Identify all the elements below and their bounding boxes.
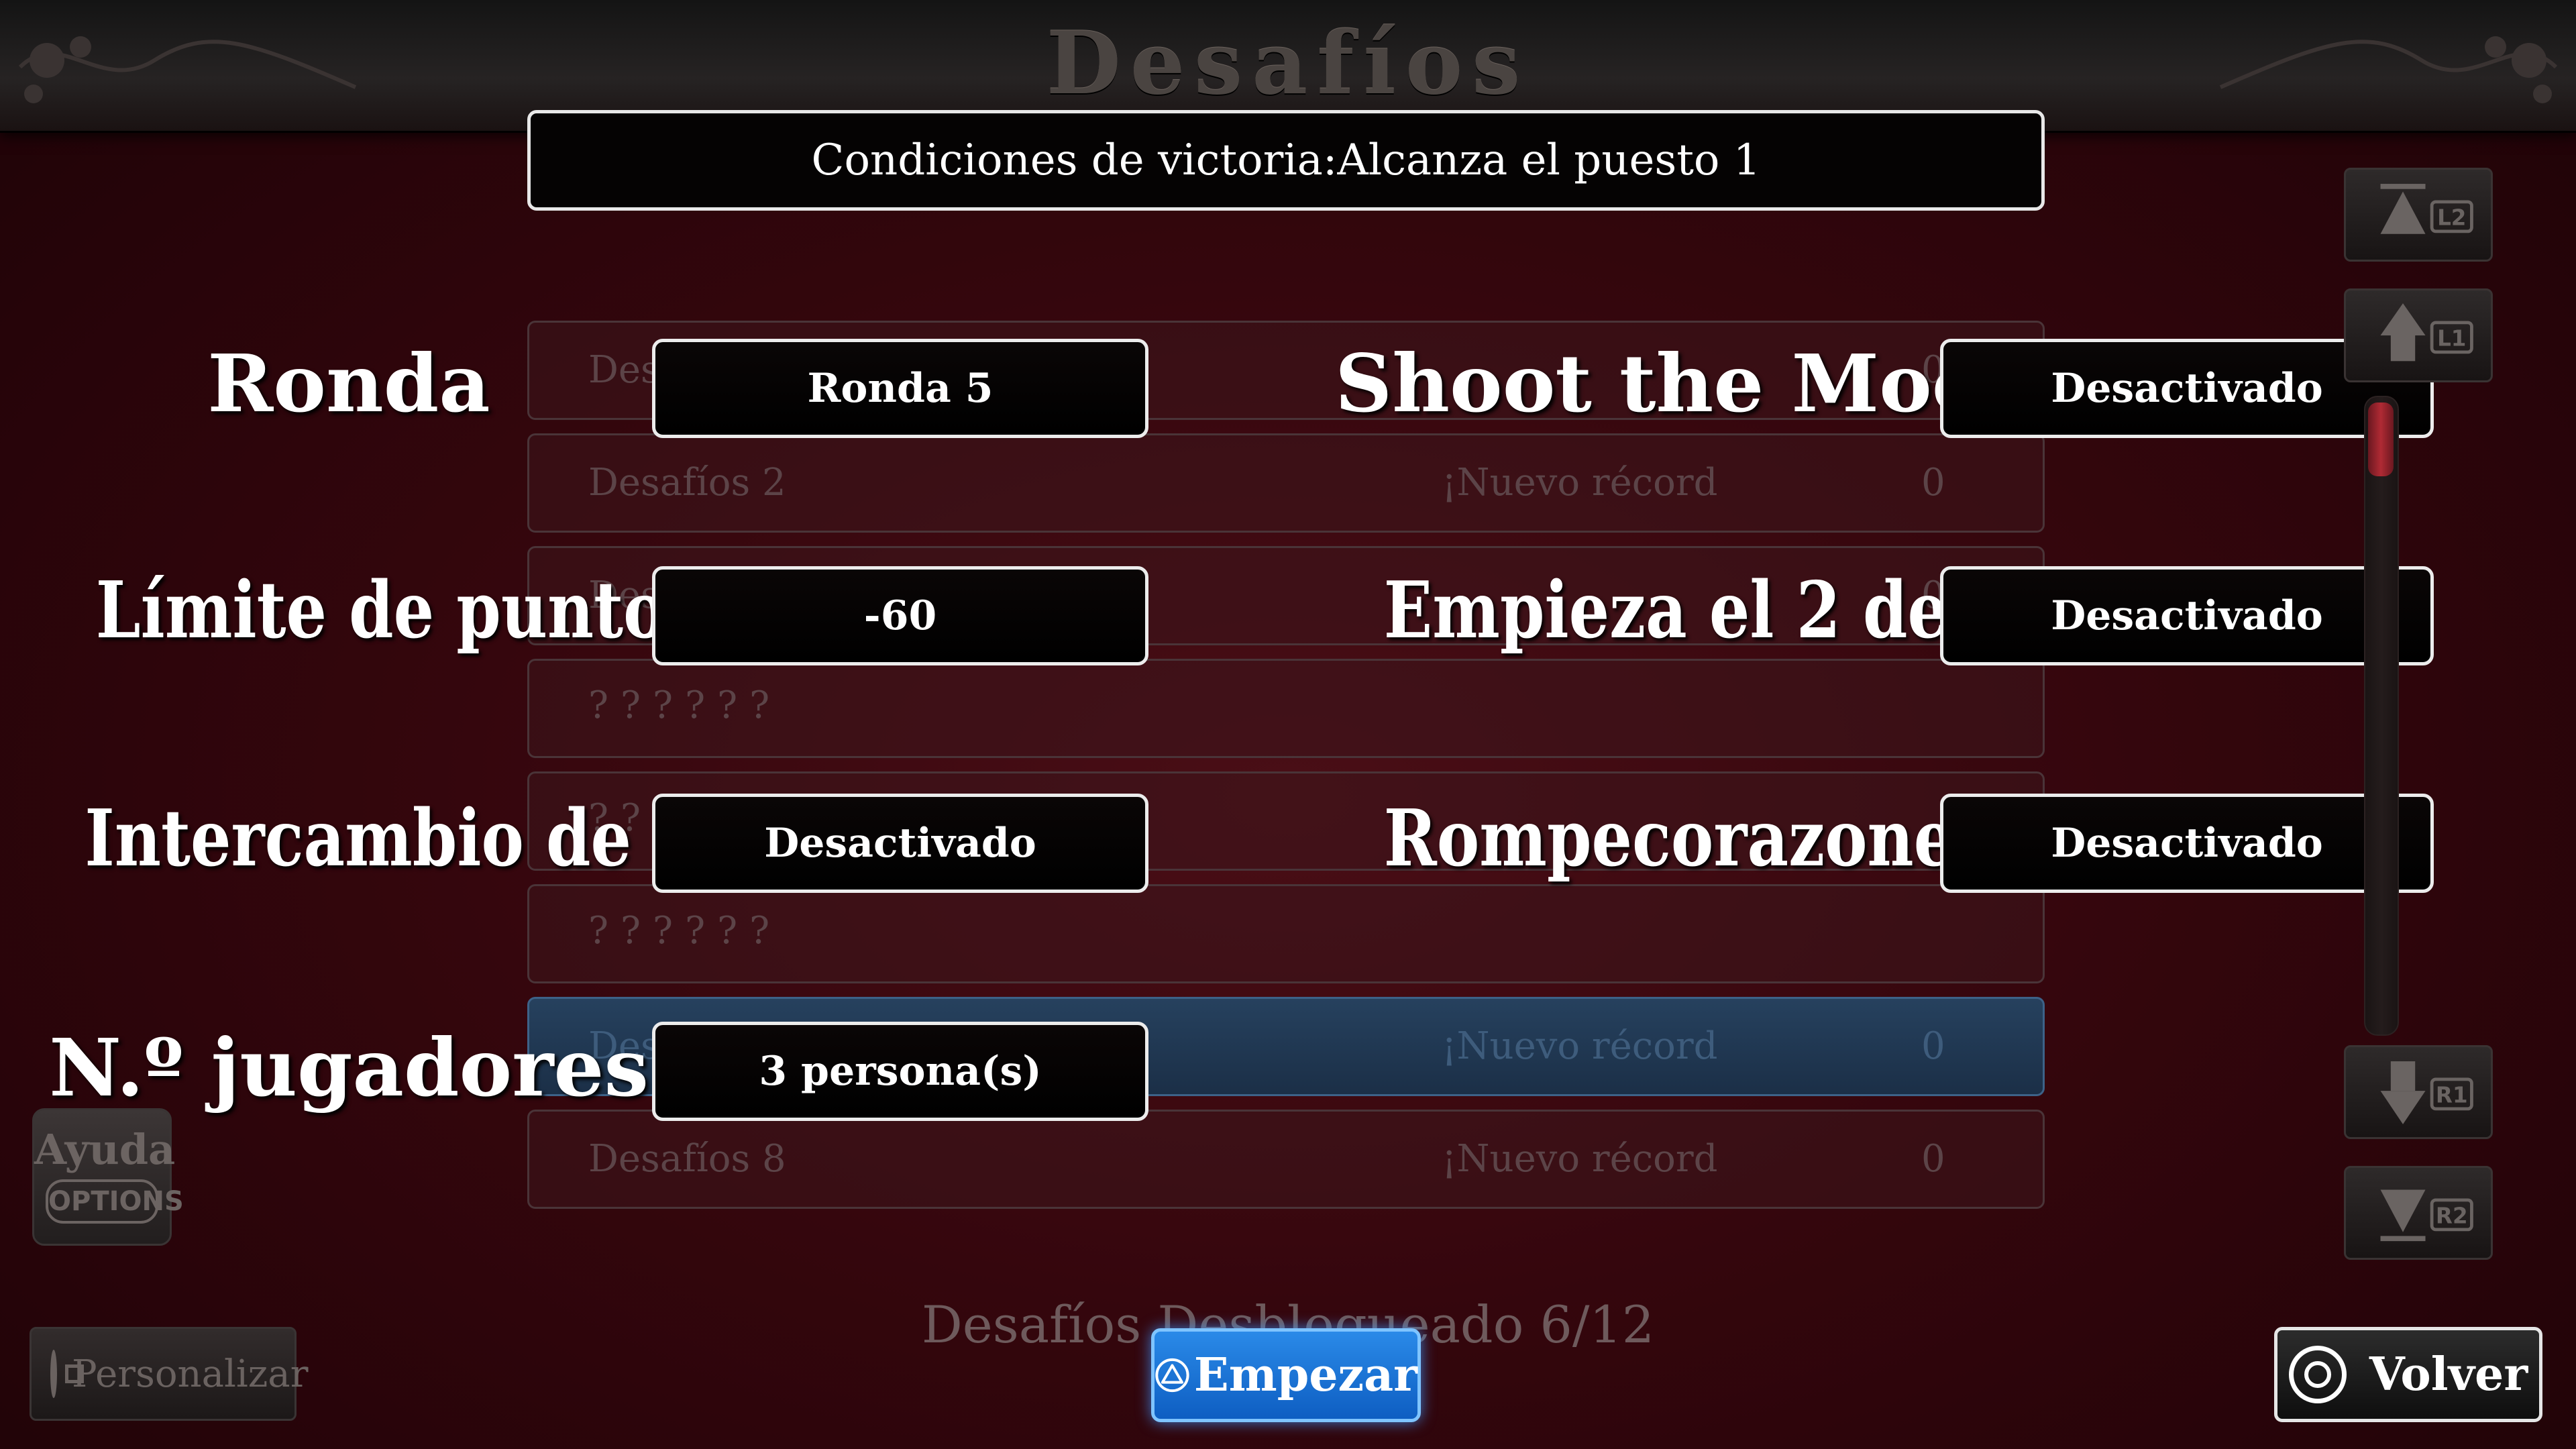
l2-label: L2 — [2437, 205, 2466, 230]
square-button-icon — [50, 1350, 84, 1398]
page-title: Desafíos — [1046, 13, 1530, 114]
list-item[interactable]: ?????? — [527, 884, 2045, 983]
empieza-value-box[interactable]: Desactivado — [1940, 566, 2434, 665]
back-label: Volver — [2369, 1348, 2528, 1401]
challenge-name: ?????? — [588, 684, 782, 727]
challenge-record: ¡Nuevo récord — [1442, 461, 1718, 504]
r2-label: R2 — [2436, 1203, 2468, 1228]
ronda-label: Ronda — [207, 337, 490, 430]
l1-label: L1 — [2437, 325, 2466, 351]
scroll-down-r1-button[interactable]: R1 — [2344, 1045, 2493, 1139]
scroll-bottom-r2-button[interactable]: R2 — [2344, 1166, 2493, 1260]
personalizar-label: Personalizar — [72, 1352, 309, 1396]
challenge-name: ?????? — [588, 909, 782, 953]
scroll-top-l2-button[interactable]: L2 — [2344, 168, 2493, 262]
arrow-down-icon: R1 — [2380, 1061, 2473, 1124]
r1-label: R1 — [2436, 1082, 2468, 1108]
limite-label: Límite de puntos — [95, 565, 702, 656]
challenge-record: ¡Nuevo récord — [1442, 1024, 1718, 1068]
jugadores-label: N.º jugadores — [49, 1021, 649, 1114]
challenge-name: Desafíos 8 — [588, 1137, 786, 1181]
scrollbar-thumb[interactable] — [2368, 402, 2394, 476]
start-button[interactable]: Empezar — [1151, 1328, 1421, 1422]
empieza-label: Empieza el 2 de tréboles — [1383, 565, 2262, 656]
victory-condition-banner: Condiciones de victoria:Alcanza el puest… — [527, 110, 2045, 211]
intercambio-value-box[interactable]: Desactivado — [652, 794, 1148, 893]
help-label: Ayuda — [34, 1125, 176, 1174]
challenge-points: 0 — [1921, 1137, 1945, 1181]
start-label: Empezar — [1193, 1348, 1417, 1402]
challenge-points: 0 — [1921, 461, 1945, 504]
arrow-up-icon: L1 — [2380, 303, 2473, 362]
scroll-up-l1-button[interactable]: L1 — [2344, 288, 2493, 382]
triangle-button-icon — [1155, 1358, 1189, 1393]
rompecorazones-label: Rompecorazones — [1383, 793, 1990, 884]
list-item[interactable]: Desafíos 8 ¡Nuevo récord 0 — [527, 1110, 2045, 1209]
help-button[interactable]: Ayuda OPTIONS — [32, 1108, 184, 1246]
ronda-value-box[interactable]: Ronda 5 — [652, 339, 1148, 438]
back-button[interactable]: Volver — [2274, 1327, 2542, 1422]
scrollbar-track[interactable] — [2364, 396, 2399, 1036]
list-item[interactable]: Desafíos 2 ¡Nuevo récord 0 — [527, 433, 2045, 533]
list-item[interactable]: ?????? — [527, 659, 2045, 758]
circle-button-icon — [2288, 1346, 2347, 1403]
options-icon: OPTIONS — [46, 1179, 184, 1224]
challenge-name: Desafíos 2 — [588, 461, 786, 504]
challenge-points: 0 — [1921, 1024, 1945, 1068]
arrow-bottom-icon: R2 — [2380, 1189, 2473, 1242]
intercambio-label: Intercambio de cartas — [85, 793, 874, 884]
rompecorazones-value-box[interactable]: Desactivado — [1940, 794, 2434, 893]
limite-value-box[interactable]: -60 — [652, 566, 1148, 665]
challenge-record: ¡Nuevo récord — [1442, 1137, 1718, 1181]
jugadores-value-box[interactable]: 3 persona(s) — [652, 1022, 1148, 1121]
shoot-moon-label: Shoot the Moon — [1335, 337, 2043, 430]
arrow-top-icon: L2 — [2380, 184, 2473, 234]
